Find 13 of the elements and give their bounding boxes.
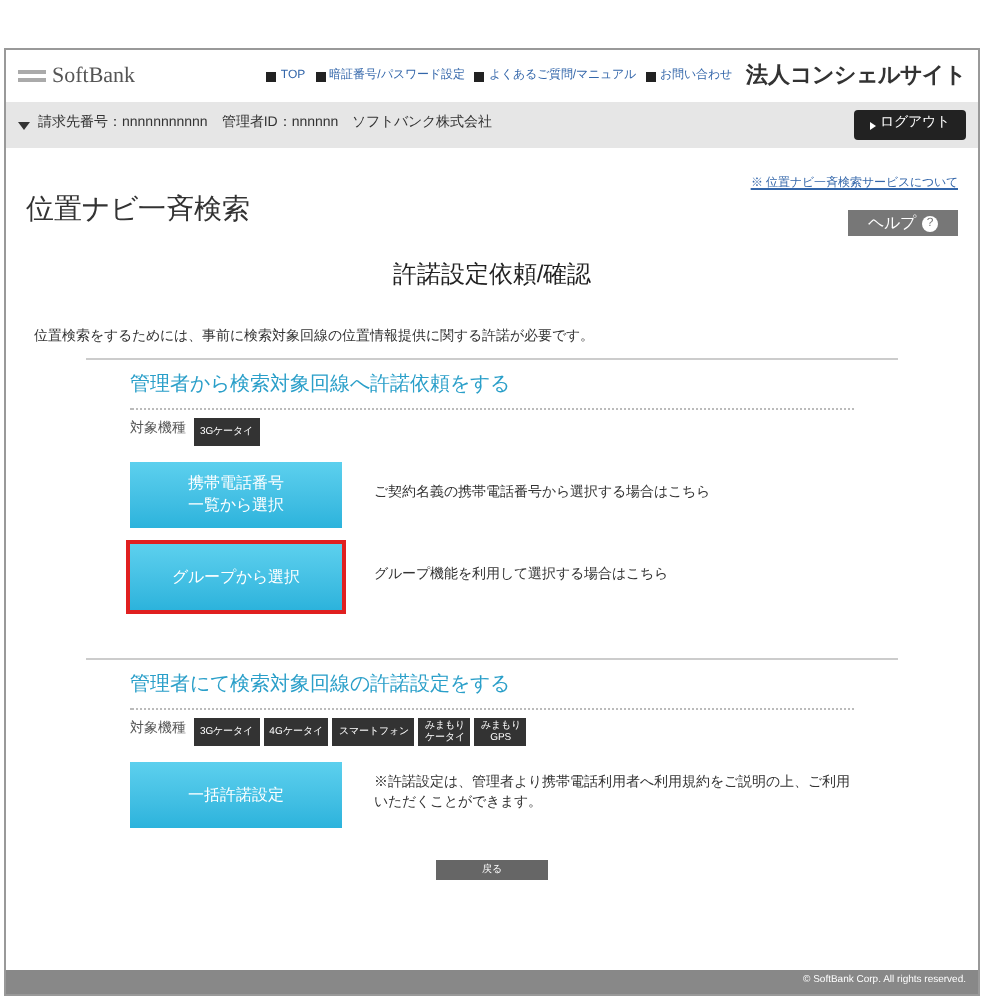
bullet-icon bbox=[646, 71, 656, 81]
bullet-icon bbox=[474, 71, 485, 81]
menu-icon bbox=[18, 70, 46, 82]
bullet-icon bbox=[266, 71, 277, 81]
bullet-icon bbox=[315, 71, 326, 81]
logo: SoftBank bbox=[52, 61, 136, 92]
dropdown-icon[interactable] bbox=[18, 121, 30, 129]
section-heading: 管理者にて検索対象回線の許諾設定をする bbox=[130, 669, 854, 709]
section-heading: 管理者から検索対象回線へ許諾依頼をする bbox=[130, 369, 854, 409]
page-heading: 許諾設定依頼/確認 bbox=[392, 258, 592, 292]
page-title: 位置ナビ一斉検索 bbox=[26, 190, 250, 228]
site-title: 法人コンシェルサイト bbox=[746, 61, 966, 92]
arrow-icon bbox=[870, 121, 876, 129]
